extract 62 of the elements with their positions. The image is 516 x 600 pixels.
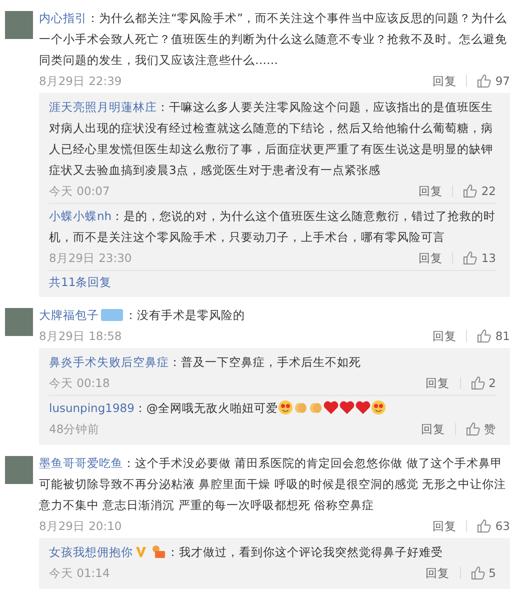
thumbs-up-icon <box>477 74 492 88</box>
thumbs-up-icon <box>463 184 478 198</box>
comment-text: 墨鱼哥哥爱吃鱼：这个手术没必要做 莆田系医院的肯定回会忽悠你做 做了这个手术鼻甲可能被切除导致不再分泌粘液 鼻腔里面干燥 呼吸的时候是很空洞的感觉 无形之中让你注意力不集中 意志日渐消沉 严重的每一次呼吸都想死 俗称空鼻症 <box>39 455 507 514</box>
like-button[interactable]: 2 <box>470 373 496 393</box>
comment-text: 小蝶小蝶nh：是的，您说的对，为什么这个值班医生这么随意敷衍，错过了抢救的时机，而不是关注这个零风险手术，只要动刀子，上手术台，哪有零风险可言 <box>49 208 496 246</box>
avatar-photo-placeholder[interactable] <box>5 456 33 484</box>
comment-text: 女孩我想佣抱你 ：我才做过，看到你这个评论我突然觉得鼻子好难受 <box>49 544 444 561</box>
like-button[interactable]: 5 <box>470 563 496 583</box>
timestamp: 今天 00:18 <box>49 375 111 392</box>
verified-v-icon <box>135 546 147 558</box>
thumbs-up-icon <box>470 566 485 580</box>
reply-link[interactable]: 回复 <box>418 248 442 268</box>
heart-eyes-emoji-icon <box>278 400 293 415</box>
heart-emoji-icon <box>338 400 355 415</box>
username-link[interactable]: 涯天亮照月明蓮林庄 <box>49 100 157 114</box>
heart-emoji-icon <box>322 400 339 415</box>
reply-link[interactable]: 回复 <box>426 563 450 583</box>
thumbs-up-icon <box>466 422 480 436</box>
reply-link[interactable]: 回复 <box>432 326 456 346</box>
like-button[interactable]: 97 <box>477 71 510 91</box>
like-button[interactable]: 81 <box>477 326 510 346</box>
username-link[interactable]: 内心指引 <box>39 11 87 25</box>
like-button[interactable]: 赞 <box>466 419 496 439</box>
comment-text: 涯天亮照月明蓮林庄：干嘛这么多人要关注零风险这个问题，应该指出的是值班医生对病人出现的症状没有经过检查就这么随意的下结论，然后又给他输什么葡萄糖，病人已经心里发慌但医生却这么敷衍了事，后面症状更严重了有医生说这是明显的缺钾症状又去验血搞到凌晨3点，感觉医生对于患者没有一点紧张感 <box>49 99 494 179</box>
timestamp: 8月29日 18:58 <box>39 328 123 345</box>
like-button[interactable]: 13 <box>463 248 496 268</box>
thumbs-up-icon <box>463 251 478 265</box>
like-button[interactable]: 22 <box>463 181 496 201</box>
timestamp: 8月29日 23:30 <box>49 250 133 267</box>
avatar-photo-placeholder[interactable] <box>5 308 33 336</box>
reply-link[interactable]: 回复 <box>432 71 456 91</box>
username-link[interactable]: 小蝶小蝶nh <box>49 209 112 223</box>
username-link[interactable]: 鼻炎手术失败后空鼻症 <box>49 355 169 369</box>
username-link[interactable]: lusunping1989 <box>49 401 134 415</box>
comment-text: lusunping1989：@全网哦无敌火啪妞可爱 <box>49 398 496 419</box>
username-link[interactable]: 大牌福包子 <box>39 308 99 322</box>
clapping-hands-emoji-icon <box>292 400 308 415</box>
heart-emoji-icon <box>354 400 371 415</box>
thumbs-up-icon <box>470 376 485 390</box>
reply-link[interactable]: 回复 <box>426 373 450 393</box>
comment-text: 鼻炎手术失败后空鼻症：普及一下空鼻症，手术后生不如死 <box>49 354 362 371</box>
timestamp: 今天 01:14 <box>49 565 111 582</box>
thumbs-up-icon <box>477 329 492 343</box>
timestamp: 8月29日 20:10 <box>39 518 123 535</box>
timestamp: 今天 00:07 <box>49 183 111 200</box>
avatar-photo-placeholder[interactable] <box>5 11 33 39</box>
thumbs-up-icon <box>477 519 492 533</box>
fan-badge-icon <box>151 545 165 558</box>
reply-link[interactable]: 回复 <box>418 181 442 201</box>
username-link[interactable]: 女孩我想佣抱你 <box>49 545 133 559</box>
heart-eyes-emoji-icon <box>370 400 386 415</box>
more-replies-link[interactable]: 共11条回复 <box>49 271 496 293</box>
timestamp: 8月29日 22:39 <box>39 73 123 90</box>
reply-link[interactable]: 回复 <box>421 419 445 439</box>
comment-text: 大牌福包子 ：没有手术是零风险的 <box>39 307 246 324</box>
timestamp: 48分钟前 <box>49 421 101 438</box>
reply-link[interactable]: 回复 <box>432 516 456 536</box>
clapping-hands-emoji-icon <box>308 400 323 415</box>
like-button[interactable]: 63 <box>477 516 510 536</box>
member-badge-icon <box>101 309 123 321</box>
comment-text: 内心指引：为什么都关注“零风险手术”，而不关注这个事件当中应该反思的问题？为什么一个小手术会致人死亡？值班医生的判断为什么这么随意不专业？抢救不及时。怎么避免同类问题的发生，我们又应该注意些什么…… <box>39 10 508 69</box>
username-link[interactable]: 墨鱼哥哥爱吃鱼 <box>39 456 123 470</box>
